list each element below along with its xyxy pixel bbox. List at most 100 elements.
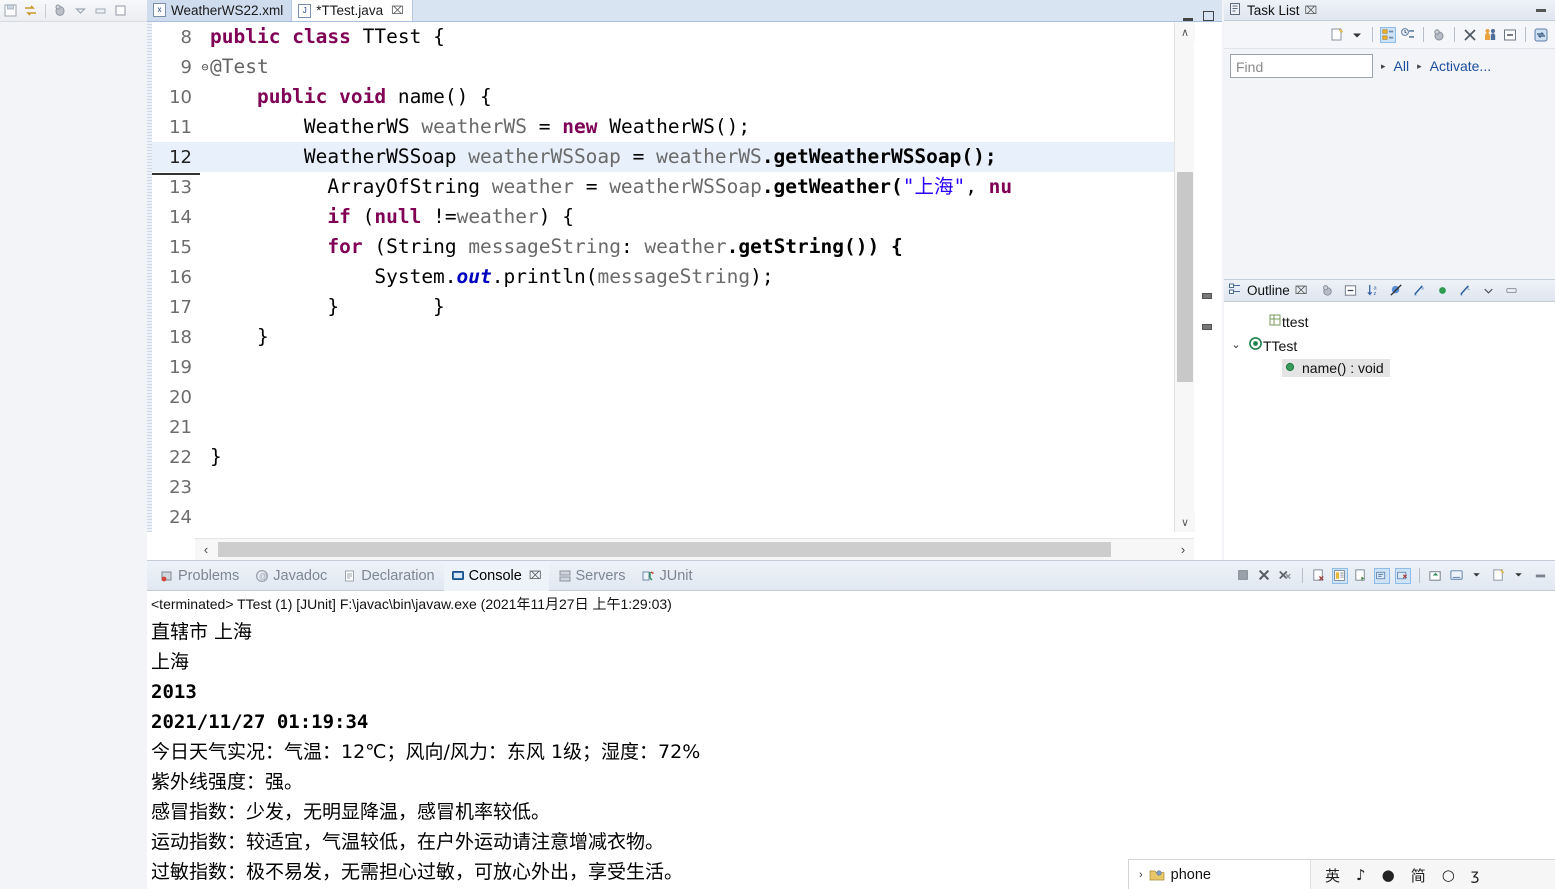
code-lines[interactable]: 8 public class TTest {9 ⊖@Test 10 public v…	[152, 22, 1174, 532]
console-tab-declaration[interactable]: Declaration	[336, 561, 441, 591]
synchronize-icon[interactable]	[1533, 27, 1549, 43]
focus-icon[interactable]	[1431, 27, 1447, 43]
minimize-icon[interactable]	[1533, 568, 1549, 584]
collapse-all-icon[interactable]	[1343, 283, 1359, 299]
hscroll-thumb[interactable]	[218, 542, 1111, 557]
chevron-down-icon[interactable]: ⌄	[1230, 338, 1242, 351]
view-menu-icon[interactable]	[1481, 283, 1497, 299]
chevron-down-icon[interactable]	[73, 3, 88, 18]
save-icon[interactable]	[3, 3, 18, 18]
new-console-view-icon[interactable]	[1449, 568, 1465, 584]
chevron-right-icon[interactable]: ▸	[1381, 61, 1386, 72]
console-tab-junit[interactable]: JUnit	[634, 561, 699, 591]
close-icon[interactable]: ⌧	[529, 569, 542, 582]
code-line[interactable]: 20	[152, 382, 1174, 412]
hide-local-icon[interactable]: L	[1458, 283, 1474, 299]
people-icon[interactable]	[1482, 27, 1498, 43]
tray-icon[interactable]: ○	[1442, 866, 1455, 884]
code-line[interactable]: 24	[152, 502, 1174, 532]
close-icon[interactable]: ⌧	[1305, 4, 1318, 17]
taskbar-item-label[interactable]: phone	[1171, 867, 1211, 883]
overview-mark[interactable]	[1202, 293, 1212, 299]
restore-icon[interactable]	[113, 3, 128, 18]
outline-item-content[interactable]: name() : void	[1282, 358, 1390, 377]
tray-icon[interactable]: ♪	[1356, 866, 1366, 884]
hide-static-icon[interactable]: s	[1412, 283, 1428, 299]
filter-icon[interactable]	[1462, 27, 1478, 43]
editor-tab-ttest-java[interactable]: J *TTest.java ⌧	[292, 0, 413, 21]
console-tab-javadoc[interactable]: @ Javadoc	[248, 561, 334, 591]
task-filter-all[interactable]: All	[1394, 58, 1410, 74]
clear-console-icon[interactable]	[1311, 568, 1327, 584]
task-activate-link[interactable]: Activate...	[1430, 58, 1491, 74]
console-tab-problems[interactable]: Problems	[153, 561, 246, 591]
code-line[interactable]: 15 for (String messageString: weather.ge…	[152, 232, 1174, 262]
tray-icon[interactable]: 英	[1325, 865, 1340, 886]
display-selected-console-icon[interactable]	[1395, 567, 1411, 584]
remove-launch-icon[interactable]	[1257, 568, 1273, 584]
code-line[interactable]: 17 } }	[152, 292, 1174, 322]
editor-vertical-scrollbar[interactable]: ∧ ∨	[1174, 22, 1195, 532]
system-tray[interactable]: 英 ♪ ● 简 ○ ʒ	[1310, 860, 1555, 889]
code-line[interactable]: 10 public void name() {	[152, 82, 1174, 112]
refresh-icon[interactable]	[23, 3, 38, 18]
scroll-left-icon[interactable]: ‹	[195, 539, 217, 561]
outline-item-content[interactable]: ttest	[1268, 313, 1308, 330]
remove-all-terminated-icon[interactable]	[1278, 568, 1294, 584]
terminate-icon[interactable]	[1236, 568, 1252, 584]
editor-horizontal-scrollbar[interactable]: ‹ ›	[195, 538, 1194, 560]
code-line[interactable]: 14 if (null !=weather) {	[152, 202, 1174, 232]
debug-icon[interactable]	[53, 3, 68, 18]
sort-icon[interactable]: az	[1366, 283, 1382, 299]
scheduled-icon[interactable]	[1400, 27, 1416, 43]
view-menu-icon[interactable]	[1491, 568, 1507, 584]
code-line[interactable]: 19	[152, 352, 1174, 382]
scroll-right-icon[interactable]: ›	[1172, 539, 1194, 561]
code-line[interactable]: 22 }	[152, 442, 1174, 472]
chevron-right-icon[interactable]: ▸	[1417, 61, 1422, 72]
scroll-up-icon[interactable]: ∧	[1175, 22, 1195, 42]
console-tab-console[interactable]: Console ⌧	[443, 560, 549, 591]
code-line[interactable]: 11 WeatherWS weatherWS = new WeatherWS()…	[152, 112, 1174, 142]
scroll-down-icon[interactable]: ∨	[1175, 512, 1195, 532]
maximize-icon[interactable]	[1203, 11, 1214, 21]
outline-item[interactable]: ttest	[1230, 310, 1555, 333]
code-line[interactable]: 12 WeatherWSSoap weatherWSSoap = weather…	[152, 142, 1174, 175]
code-line[interactable]: 9 ⊖@Test	[152, 52, 1174, 82]
code-line[interactable]: 8 public class TTest {	[152, 22, 1174, 52]
outline-item[interactable]: name() : void	[1230, 356, 1555, 379]
overview-mark[interactable]	[1202, 324, 1212, 330]
tray-icon[interactable]: 简	[1411, 865, 1426, 886]
minimize-icon[interactable]	[1536, 8, 1546, 12]
categorized-icon[interactable]	[1380, 26, 1396, 43]
focus-icon[interactable]	[1320, 283, 1336, 299]
code-line[interactable]: 16 System.out.println(messageString);	[152, 262, 1174, 292]
chevron-down-icon[interactable]	[1349, 27, 1365, 43]
collapse-all-icon[interactable]	[1502, 27, 1518, 43]
tray-icon[interactable]: ʒ	[1471, 866, 1480, 884]
code-line[interactable]: 23	[152, 472, 1174, 502]
console-output[interactable]: 直辖市 上海 上海 2013 2021/11/27 01:19:34 今日天气实况：气温…	[147, 616, 1555, 887]
editor-tab-weatherws22-xml[interactable]: x WeatherWS22.xml	[147, 0, 293, 21]
code-line[interactable]: 18 }	[152, 322, 1174, 352]
minimize-icon[interactable]	[93, 3, 108, 18]
outline-item[interactable]: ⌄ TTest	[1230, 333, 1555, 356]
minimize-icon[interactable]	[1504, 283, 1520, 299]
chevron-right-icon[interactable]: ›	[1139, 869, 1143, 881]
scroll-lock-icon[interactable]	[1332, 567, 1348, 584]
open-console-icon[interactable]	[1428, 568, 1444, 584]
code-line[interactable]: 21	[152, 412, 1174, 442]
hide-nonpublic-icon[interactable]	[1435, 283, 1451, 299]
pin-console-icon[interactable]	[1374, 567, 1390, 584]
new-task-icon[interactable]	[1329, 27, 1345, 43]
minimize-icon[interactable]	[1183, 17, 1193, 21]
tray-icon[interactable]: ●	[1382, 866, 1395, 884]
close-icon[interactable]: ⌧	[391, 4, 404, 17]
hide-fields-icon[interactable]	[1389, 283, 1405, 299]
chevron-down-icon[interactable]	[1512, 568, 1528, 584]
search-input[interactable]: Find	[1230, 54, 1373, 78]
word-wrap-icon[interactable]	[1353, 568, 1369, 584]
code-editor[interactable]: 8 public class TTest {9 ⊖@Test 10 public v…	[147, 22, 1222, 560]
code-line[interactable]: 13 ArrayOfString weather = weatherWSSoap…	[152, 172, 1174, 202]
outline-item-content[interactable]: TTest	[1248, 336, 1297, 354]
